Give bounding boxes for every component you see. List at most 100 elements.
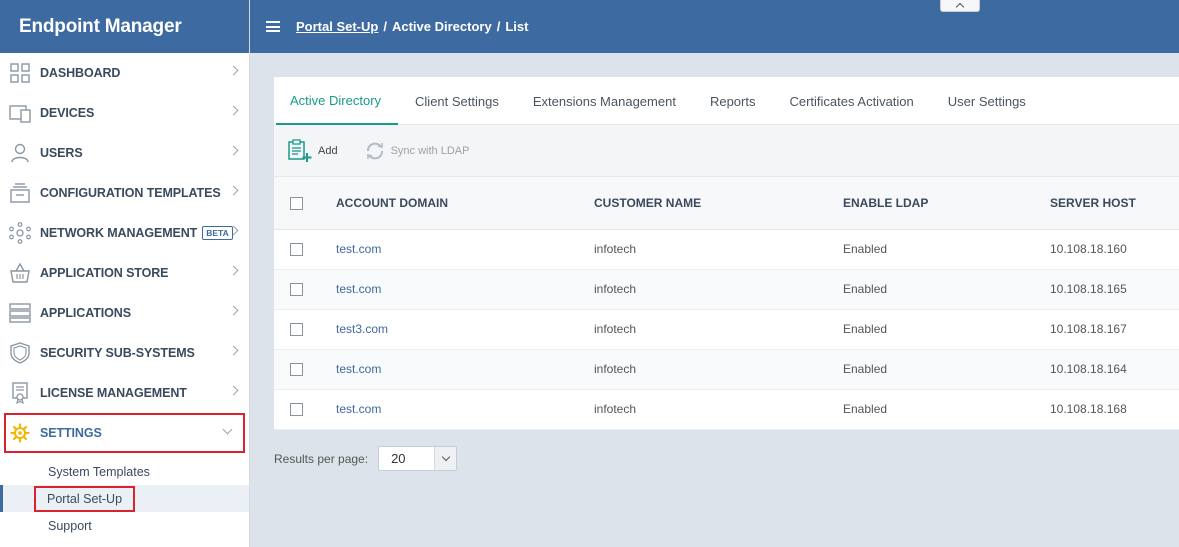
breadcrumb-list: List xyxy=(505,19,529,34)
enable-ldap-cell: Enabled xyxy=(843,269,1050,310)
sidebar-sub-item-system-templates[interactable]: System Templates xyxy=(0,458,249,485)
sidebar-item-label: LICENSE MANAGEMENT xyxy=(40,386,187,400)
column-header-server-host[interactable]: SERVER HOST xyxy=(1050,177,1179,230)
customer-name-cell: infotech xyxy=(594,229,843,270)
sidebar-item-label: APPLICATION STORE xyxy=(40,266,169,280)
license-icon xyxy=(9,382,31,404)
toolbar: Add Sync with LDAP xyxy=(274,125,1179,177)
sidebar-item-dashboard[interactable]: DASHBOARD xyxy=(0,53,249,93)
sidebar-item-label: USERS xyxy=(40,146,83,160)
server-host-cell: 10.108.18.165 xyxy=(1050,269,1179,310)
add-icon xyxy=(288,138,312,162)
sidebar-item-network-management[interactable]: NETWORK MANAGEMENT BETA xyxy=(0,213,249,253)
tab-active-directory[interactable]: Active Directory xyxy=(276,77,399,125)
results-per-page-select[interactable]: 20 xyxy=(378,446,458,471)
account-domain-link[interactable]: test.com xyxy=(336,349,594,390)
sidebar-item-label: CONFIGURATION TEMPLATES xyxy=(40,186,221,200)
chevron-down-icon xyxy=(434,447,457,470)
account-domain-link[interactable]: test.com xyxy=(336,389,594,430)
sync-icon xyxy=(366,142,383,159)
results-per-page-label: Results per page: xyxy=(274,451,369,466)
tab-certificates-activation[interactable]: Certificates Activation xyxy=(772,77,930,125)
sidebar-item-label: SECURITY SUB-SYSTEMS xyxy=(40,346,195,360)
results-per-page: Results per page: 20 xyxy=(274,446,458,471)
sidebar-item-license-management[interactable]: LICENSE MANAGEMENT xyxy=(0,373,249,413)
tab-client-settings[interactable]: Client Settings xyxy=(398,77,516,125)
breadcrumb-separator: / xyxy=(383,19,387,34)
main-panel: Active Directory Client Settings Extensi… xyxy=(274,77,1179,430)
application-store-icon xyxy=(9,262,31,284)
row-checkbox[interactable] xyxy=(290,283,303,297)
sidebar-item-devices[interactable]: DEVICES xyxy=(0,93,249,133)
chevron-right-icon xyxy=(228,345,239,356)
hamburger-menu-icon[interactable] xyxy=(266,21,280,32)
table-row: test.com infotech Enabled 10.108.18.165 xyxy=(274,269,1179,310)
sidebar: Endpoint Manager DASHBOARD DEVICES USERS… xyxy=(0,0,250,547)
sync-with-ldap-button[interactable]: Sync with LDAP xyxy=(364,140,469,162)
tab-reports[interactable]: Reports xyxy=(693,77,773,125)
sidebar-item-configuration-templates[interactable]: CONFIGURATION TEMPLATES xyxy=(0,173,249,213)
sidebar-item-label: NETWORK MANAGEMENT xyxy=(40,226,198,240)
configuration-templates-icon xyxy=(9,182,31,204)
chevron-up-icon xyxy=(955,2,965,12)
customer-name-cell: infotech xyxy=(594,349,843,390)
chevron-right-icon xyxy=(228,305,239,316)
select-all-checkbox[interactable] xyxy=(290,196,303,210)
add-button[interactable]: Add xyxy=(287,138,338,163)
customer-name-cell: infotech xyxy=(594,389,843,430)
sidebar-item-label: DASHBOARD xyxy=(40,66,121,80)
customer-name-cell: infotech xyxy=(594,269,843,310)
applications-icon xyxy=(9,302,31,324)
column-header-enable-ldap[interactable]: ENABLE LDAP xyxy=(843,177,1050,230)
sidebar-sub-item-label: System Templates xyxy=(48,464,150,479)
results-per-page-value: 20 xyxy=(391,451,406,466)
network-management-icon xyxy=(9,222,31,244)
breadcrumb-separator: / xyxy=(496,19,501,34)
sidebar-sub-item-portal-set-up[interactable]: Portal Set-Up xyxy=(0,485,249,512)
tab-user-settings[interactable]: User Settings xyxy=(931,77,1043,125)
server-host-cell: 10.108.18.167 xyxy=(1050,309,1179,350)
row-checkbox[interactable] xyxy=(290,363,303,377)
sidebar-item-label: DEVICES xyxy=(40,106,95,120)
sidebar-sub-item-support[interactable]: Support xyxy=(0,512,249,539)
chevron-right-icon xyxy=(228,385,239,396)
column-header-customer-name[interactable]: CUSTOMER NAME xyxy=(594,177,843,230)
sidebar-item-applications[interactable]: APPLICATIONS xyxy=(0,293,249,333)
account-domain-link[interactable]: test3.com xyxy=(336,309,594,350)
devices-icon xyxy=(9,102,31,124)
sidebar-item-users[interactable]: USERS xyxy=(0,133,249,173)
tab-extensions-management[interactable]: Extensions Management xyxy=(516,77,693,125)
sidebar-item-security-sub-systems[interactable]: SECURITY SUB-SYSTEMS xyxy=(0,333,249,373)
chevron-right-icon xyxy=(228,145,239,156)
account-domain-link[interactable]: test.com xyxy=(336,269,594,310)
account-domain-link[interactable]: test.com xyxy=(336,229,594,270)
breadcrumb-active-directory: Active Directory xyxy=(391,19,492,34)
sidebar-sub-item-label: Support xyxy=(48,518,92,533)
dashboard-icon xyxy=(9,62,31,84)
breadcrumb-portal-set-up[interactable]: Portal Set-Up xyxy=(296,19,378,34)
row-checkbox[interactable] xyxy=(290,323,303,337)
column-header-account-domain[interactable]: ACCOUNT DOMAIN xyxy=(336,177,594,230)
server-host-cell: 10.108.18.168 xyxy=(1050,389,1179,430)
chevron-right-icon xyxy=(228,105,239,116)
chevron-right-icon xyxy=(228,265,239,276)
customer-name-cell: infotech xyxy=(594,309,843,350)
shield-icon xyxy=(9,342,31,364)
sidebar-item-label: SETTINGS xyxy=(40,426,102,440)
active-directory-table: ACCOUNT DOMAIN CUSTOMER NAME ENABLE LDAP… xyxy=(274,177,1179,430)
collapse-header-button[interactable] xyxy=(940,0,980,12)
enable-ldap-cell: Enabled xyxy=(843,389,1050,430)
server-host-cell: 10.108.18.160 xyxy=(1050,229,1179,270)
add-button-label: Add xyxy=(318,144,338,157)
table-row: test.com infotech Enabled 10.108.18.168 xyxy=(274,389,1179,430)
sidebar-item-settings[interactable]: SETTINGS xyxy=(4,413,245,453)
sidebar-item-application-store[interactable]: APPLICATION STORE xyxy=(0,253,249,293)
beta-badge: BETA xyxy=(202,226,233,240)
enable-ldap-cell: Enabled xyxy=(843,349,1050,390)
tab-bar: Active Directory Client Settings Extensi… xyxy=(274,77,1179,125)
sidebar-sub-item-label: Portal Set-Up xyxy=(34,485,136,512)
row-checkbox[interactable] xyxy=(290,403,303,417)
app-title: Endpoint Manager xyxy=(0,0,249,53)
row-checkbox[interactable] xyxy=(290,243,303,257)
table-row: test.com infotech Enabled 10.108.18.160 xyxy=(274,229,1179,270)
